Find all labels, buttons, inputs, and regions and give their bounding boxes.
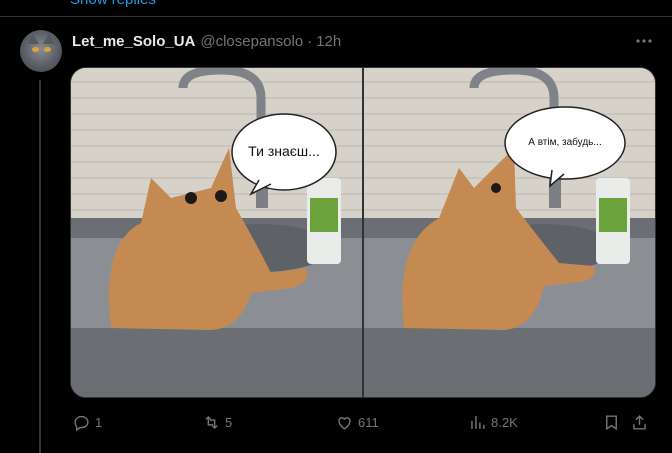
reply-count: 1 (95, 414, 103, 430)
views-button[interactable]: 8.2K (468, 410, 518, 434)
views-icon (471, 415, 485, 429)
share-icon (633, 414, 646, 430)
share-button[interactable] (630, 410, 653, 434)
avatar-eye (32, 47, 39, 52)
reply-icon (74, 415, 89, 431)
media-grid: Ти знаєш... А втім, забудь... (70, 67, 656, 398)
like-count: 611 (358, 414, 379, 430)
avatar-ear (27, 34, 39, 44)
thread-line (39, 80, 41, 453)
avatar[interactable] (20, 30, 62, 72)
more-icon[interactable] (634, 33, 654, 49)
bookmark-button[interactable] (602, 410, 625, 434)
speech-bubble-right: А втім, забудь... (528, 137, 602, 148)
post-header: Let_me_Solo_UA @closepansolo · 12h (72, 30, 341, 52)
avatar-ear (43, 34, 55, 44)
user-handle[interactable]: @closepansolo (200, 33, 303, 50)
repost-button[interactable]: 5 (202, 410, 232, 434)
action-bar: 1 5 611 8.2K (70, 410, 654, 434)
like-icon (338, 416, 351, 430)
views-count: 8.2K (491, 414, 518, 430)
separator-dot: · (307, 32, 313, 50)
display-name[interactable]: Let_me_Solo_UA (72, 33, 195, 50)
repost-icon (205, 415, 218, 429)
bookmark-icon (606, 414, 617, 430)
previous-post-strip: Show replies (0, 0, 672, 17)
show-replies-link[interactable]: Show replies (70, 0, 156, 8)
post-time[interactable]: 12h (316, 33, 341, 50)
avatar-eye (44, 47, 51, 52)
speech-bubble-left: Ти знаєш... (248, 143, 320, 159)
reply-button[interactable]: 1 (72, 410, 102, 434)
like-button[interactable]: 611 (335, 410, 379, 434)
image-right[interactable]: А втім, забудь... (364, 68, 655, 397)
repost-count: 5 (225, 414, 233, 430)
image-left[interactable]: Ти знаєш... (71, 68, 362, 397)
